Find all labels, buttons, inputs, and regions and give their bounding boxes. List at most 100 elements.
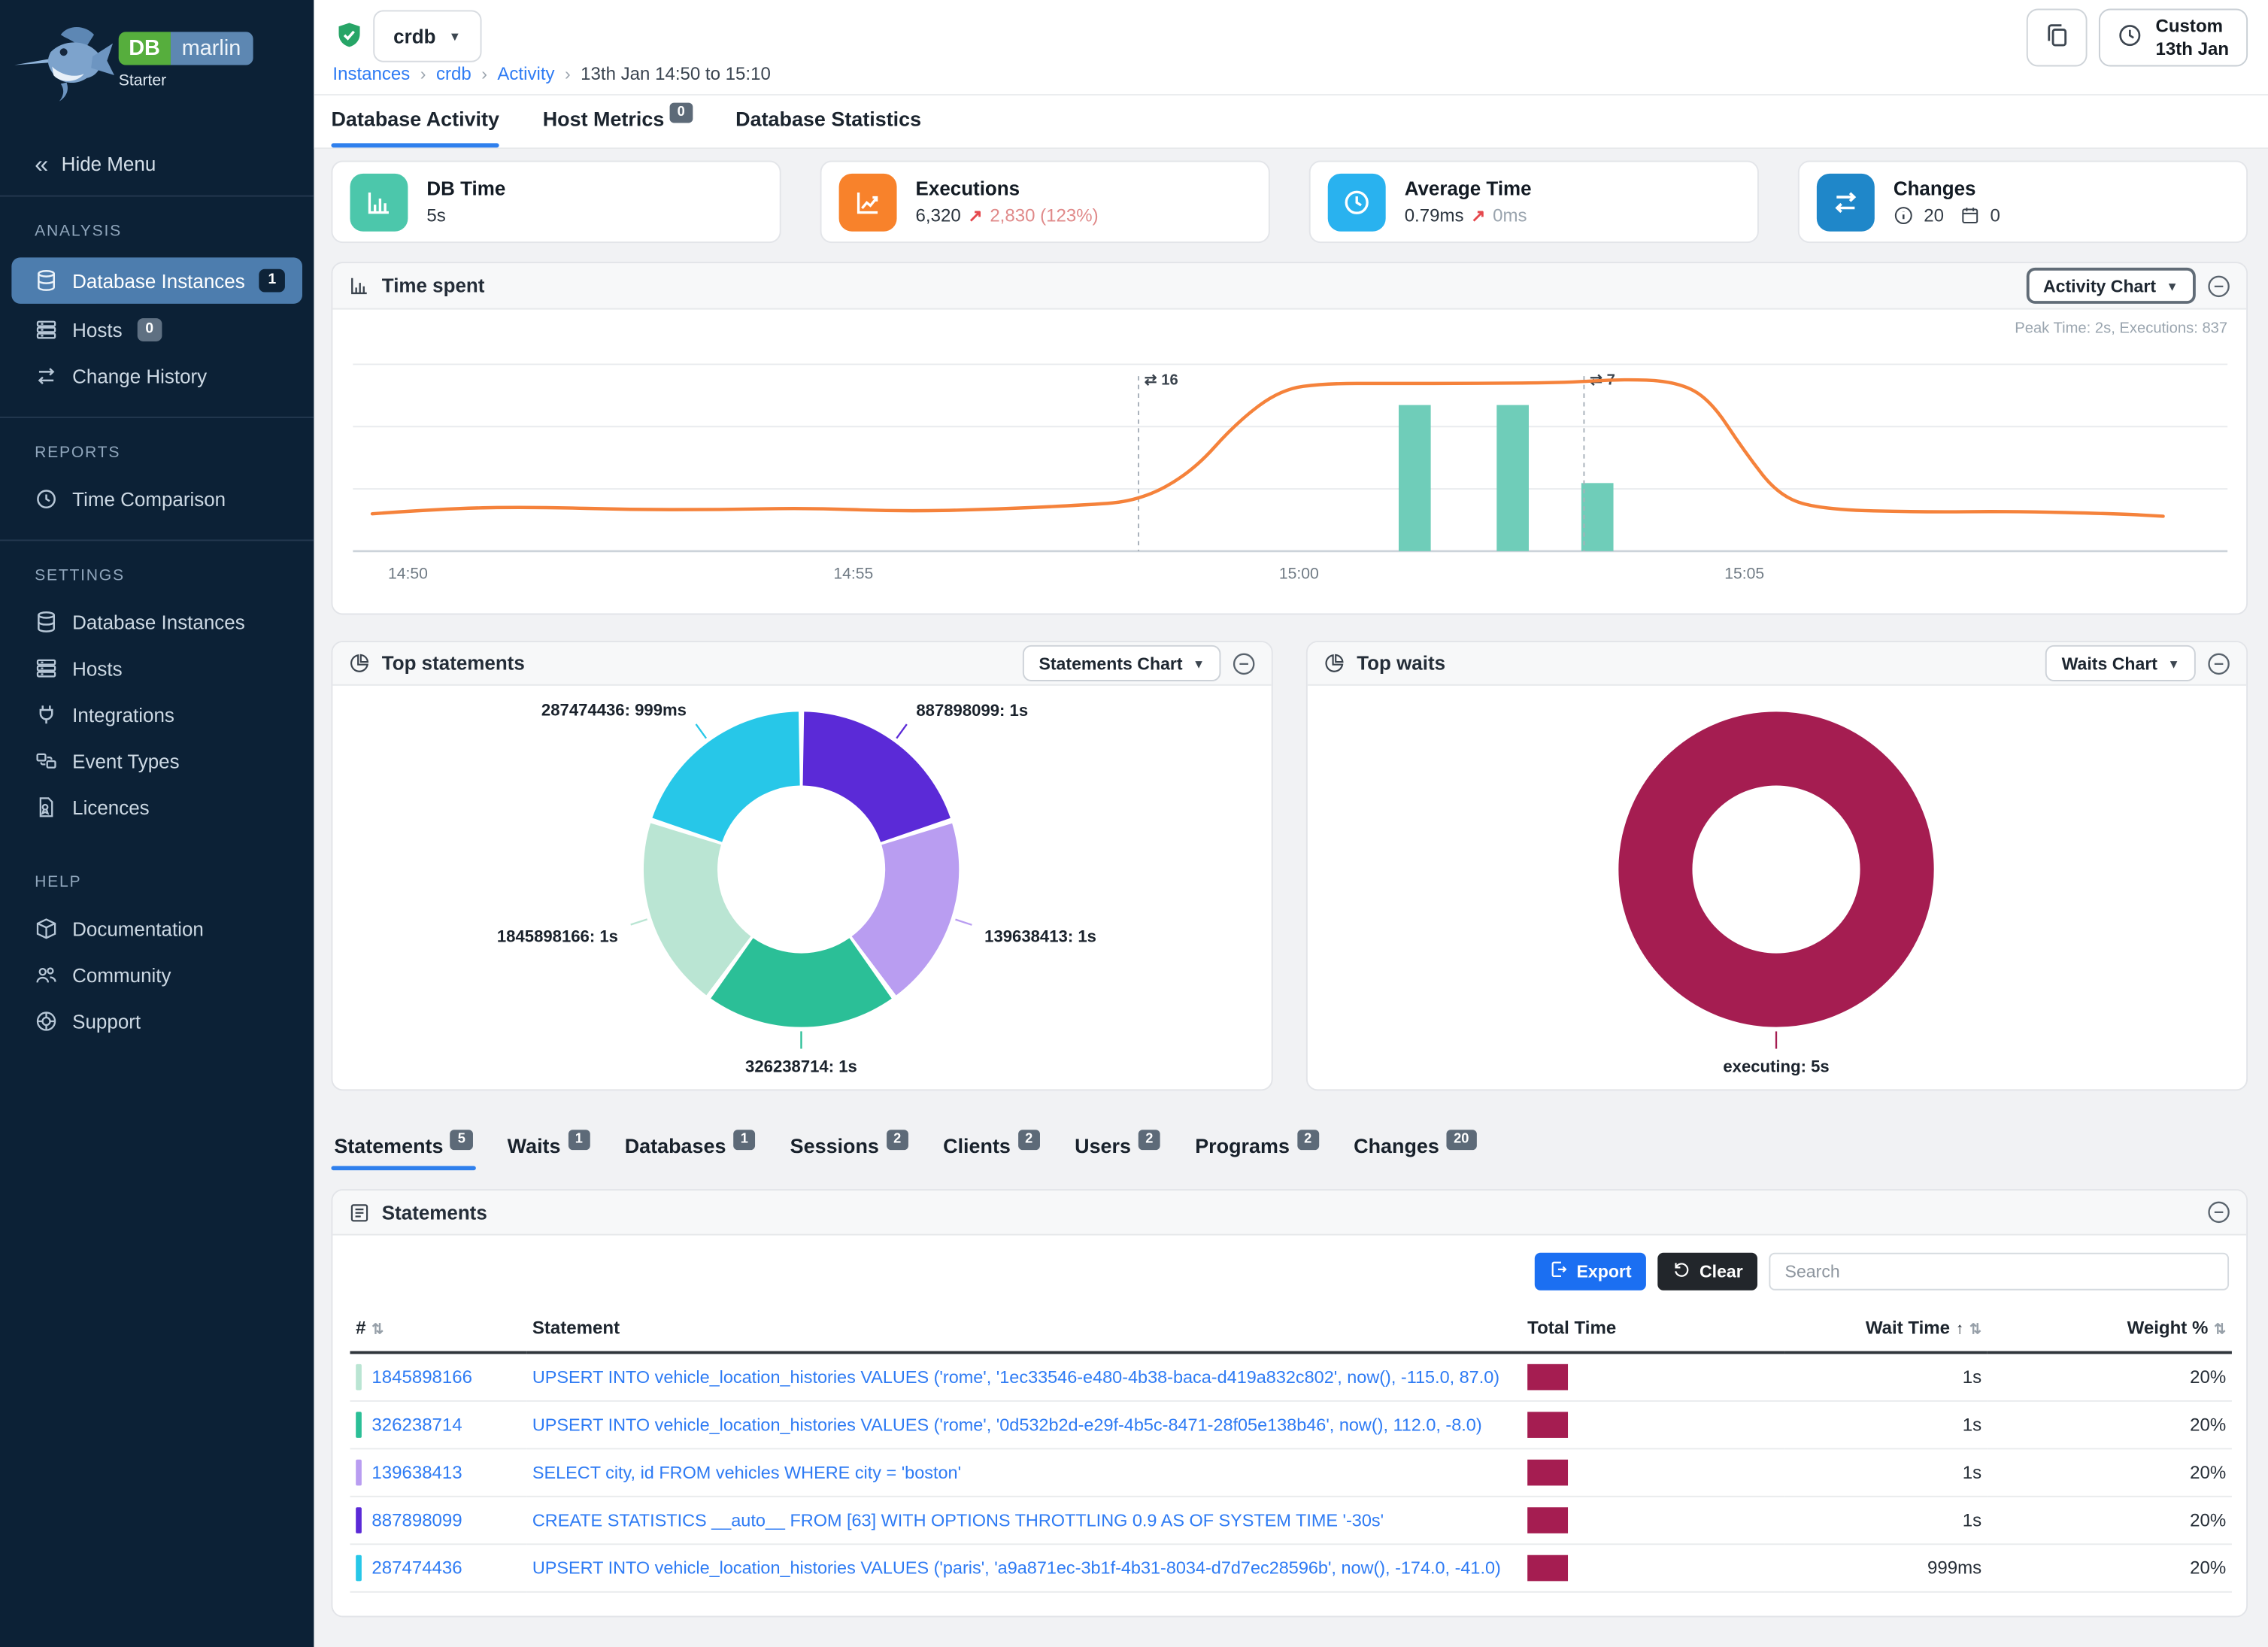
statement-id-link[interactable]: 287474436 <box>371 1558 462 1579</box>
total-time-cell <box>1521 1352 1784 1400</box>
tab-database-activity[interactable]: Database Activity <box>331 96 499 147</box>
breadcrumb: Instances›crdb›Activity›13th Jan 14:50 t… <box>332 64 770 84</box>
copy-icon <box>2043 22 2071 53</box>
export-button[interactable]: Export <box>1535 1253 1646 1291</box>
breadcrumb-current: 13th Jan 14:50 to 15:10 <box>581 64 771 84</box>
top-waits-header: Top waits Waits Chart ▼ <box>1308 642 2246 686</box>
count-badge: 2 <box>1297 1130 1319 1149</box>
kpi-row: DB Time5sExecutions6,320↗2,830 (123%)Ave… <box>331 161 2248 244</box>
sidebar-item-event-types[interactable]: Event Types <box>0 738 314 784</box>
count-badge: 1 <box>733 1130 755 1149</box>
tab-host-metrics[interactable]: Host Metrics0 <box>543 96 693 147</box>
time-range-date: 13th Jan <box>2156 38 2230 61</box>
change-marker-label[interactable]: ⇄ 16 <box>1145 372 1178 389</box>
donut-slice-887898099[interactable] <box>803 711 951 842</box>
shield-check-icon <box>335 22 363 50</box>
donut-slice-executing[interactable] <box>1655 748 1897 990</box>
statements-table: #⇅StatementTotal TimeWait Time↑⇅Weight %… <box>350 1309 2231 1593</box>
list-icon <box>349 1201 371 1223</box>
statements-chart-select[interactable]: Statements Chart ▼ <box>1023 645 1220 681</box>
dbmarlin-logo[interactable]: DB marlin Starter <box>0 0 314 133</box>
total-time-cell <box>1521 1544 1784 1591</box>
donut-label: 139638413: 1s <box>984 927 1096 946</box>
statement-cell: SELECT city, id FROM vehicles WHERE city… <box>526 1448 1521 1496</box>
change-bar[interactable] <box>1399 405 1431 551</box>
tab-database-statistics[interactable]: Database Statistics <box>735 96 921 147</box>
collapse-icon[interactable] <box>2207 652 2230 675</box>
sidebar-item-documentation[interactable]: Documentation <box>0 905 314 952</box>
detail-tab-sessions[interactable]: Sessions2 <box>787 1128 911 1170</box>
nav-section-title: SETTINGS <box>0 544 314 599</box>
column-header--[interactable]: #⇅ <box>350 1309 526 1353</box>
statement-link[interactable]: SELECT city, id FROM vehicles WHERE city… <box>532 1463 961 1483</box>
table-header-row: #⇅StatementTotal TimeWait Time↑⇅Weight %… <box>350 1309 2231 1353</box>
copy-link-button[interactable] <box>2027 9 2088 67</box>
statement-id-link[interactable]: 887898099 <box>371 1510 462 1530</box>
sidebar-item-support[interactable]: Support <box>0 998 314 1045</box>
detail-tab-waits[interactable]: Waits1 <box>505 1128 593 1170</box>
total-time-bar <box>1527 1364 1568 1391</box>
search-input[interactable] <box>1769 1253 2229 1291</box>
hide-menu-button[interactable]: « Hide Menu <box>0 133 314 196</box>
breadcrumb-link-crdb[interactable]: crdb <box>436 64 471 84</box>
statement-link[interactable]: CREATE STATISTICS __auto__ FROM [63] WIT… <box>532 1510 1384 1530</box>
statement-id-link[interactable]: 139638413 <box>371 1463 462 1483</box>
collapse-icon[interactable] <box>2207 1200 2230 1224</box>
detail-tab-users[interactable]: Users2 <box>1072 1128 1163 1170</box>
statement-link[interactable]: UPSERT INTO vehicle_location_histories V… <box>532 1415 1482 1435</box>
column-header-total-time[interactable]: Total Time <box>1521 1309 1784 1353</box>
sidebar-item-database-instances[interactable]: Database Instances1 <box>11 257 302 304</box>
waits-chart-select[interactable]: Waits Chart ▼ <box>2045 645 2195 681</box>
sidebar-item-label: Community <box>72 964 171 986</box>
sidebar-item-change-history[interactable]: Change History <box>0 353 314 399</box>
statement-link[interactable]: UPSERT INTO vehicle_location_histories V… <box>532 1558 1501 1579</box>
change-bar[interactable] <box>1496 405 1529 551</box>
detail-tab-clients[interactable]: Clients2 <box>940 1128 1043 1170</box>
donut-label: 287474436: 999ms <box>541 701 687 720</box>
statement-cell: CREATE STATISTICS __auto__ FROM [63] WIT… <box>526 1497 1521 1544</box>
sidebar-item-licences[interactable]: Licences <box>0 784 314 831</box>
breadcrumb-link-instances[interactable]: Instances <box>332 64 410 84</box>
instance-selector[interactable]: crdb ▼ <box>373 10 481 62</box>
activity-chart-select[interactable]: Activity Chart ▼ <box>2026 268 2196 304</box>
detail-tab-statements[interactable]: Statements5 <box>331 1128 475 1170</box>
sidebar-item-label: Database Instances <box>72 270 245 292</box>
detail-tab-programs[interactable]: Programs 2 <box>1192 1128 1321 1170</box>
statement-id-link[interactable]: 1845898166 <box>371 1367 472 1388</box>
line-chart-icon <box>839 173 897 231</box>
bar-chart-icon <box>349 274 371 296</box>
kpi-title: Changes <box>1894 178 2009 200</box>
docs-icon <box>35 917 58 940</box>
time-range-button[interactable]: Custom 13th Jan <box>2099 9 2248 67</box>
sidebar-item-hosts[interactable]: Hosts <box>0 645 314 692</box>
statement-link[interactable]: UPSERT INTO vehicle_location_histories V… <box>532 1367 1499 1388</box>
label-leader <box>631 919 647 924</box>
card-title: Time spent <box>382 274 485 296</box>
undo-icon <box>1672 1260 1690 1283</box>
sidebar-item-integrations[interactable]: Integrations <box>0 691 314 738</box>
sidebar-item-hosts[interactable]: Hosts0 <box>0 307 314 353</box>
card-title: Top statements <box>382 652 525 674</box>
detail-tab-changes[interactable]: Changes20 <box>1351 1128 1479 1170</box>
statement-id-link[interactable]: 326238714 <box>371 1415 462 1435</box>
statements-panel: Statements Export <box>331 1189 2248 1617</box>
change-bar[interactable] <box>1581 483 1614 551</box>
collapse-icon[interactable] <box>1233 652 1256 675</box>
label-leader <box>696 724 707 739</box>
tab-label: Programs <box>1195 1134 1290 1157</box>
clear-button[interactable]: Clear <box>1657 1253 1757 1291</box>
calendar-icon <box>1960 205 1980 226</box>
sidebar-item-database-instances[interactable]: Database Instances <box>0 599 314 645</box>
donut-slice-287474436[interactable] <box>652 711 799 842</box>
detail-tab-databases[interactable]: Databases1 <box>622 1128 758 1170</box>
column-header-statement[interactable]: Statement <box>526 1309 1521 1353</box>
chevrons-left-icon: « <box>35 152 45 177</box>
top-waits-chart: executing: 5s <box>1308 686 2246 1090</box>
collapse-icon[interactable] <box>2207 274 2230 297</box>
sidebar-item-community[interactable]: Community <box>0 952 314 999</box>
sidebar-item-time-comparison[interactable]: Time Comparison <box>0 476 314 523</box>
column-header-weight-[interactable]: Weight %⇅ <box>1988 1309 2232 1353</box>
statements-panel-body: Export Clear #⇅StatementTotal TimeWait T <box>332 1236 2246 1616</box>
breadcrumb-link-activity[interactable]: Activity <box>497 64 554 84</box>
column-header-wait-time[interactable]: Wait Time↑⇅ <box>1785 1309 1988 1353</box>
